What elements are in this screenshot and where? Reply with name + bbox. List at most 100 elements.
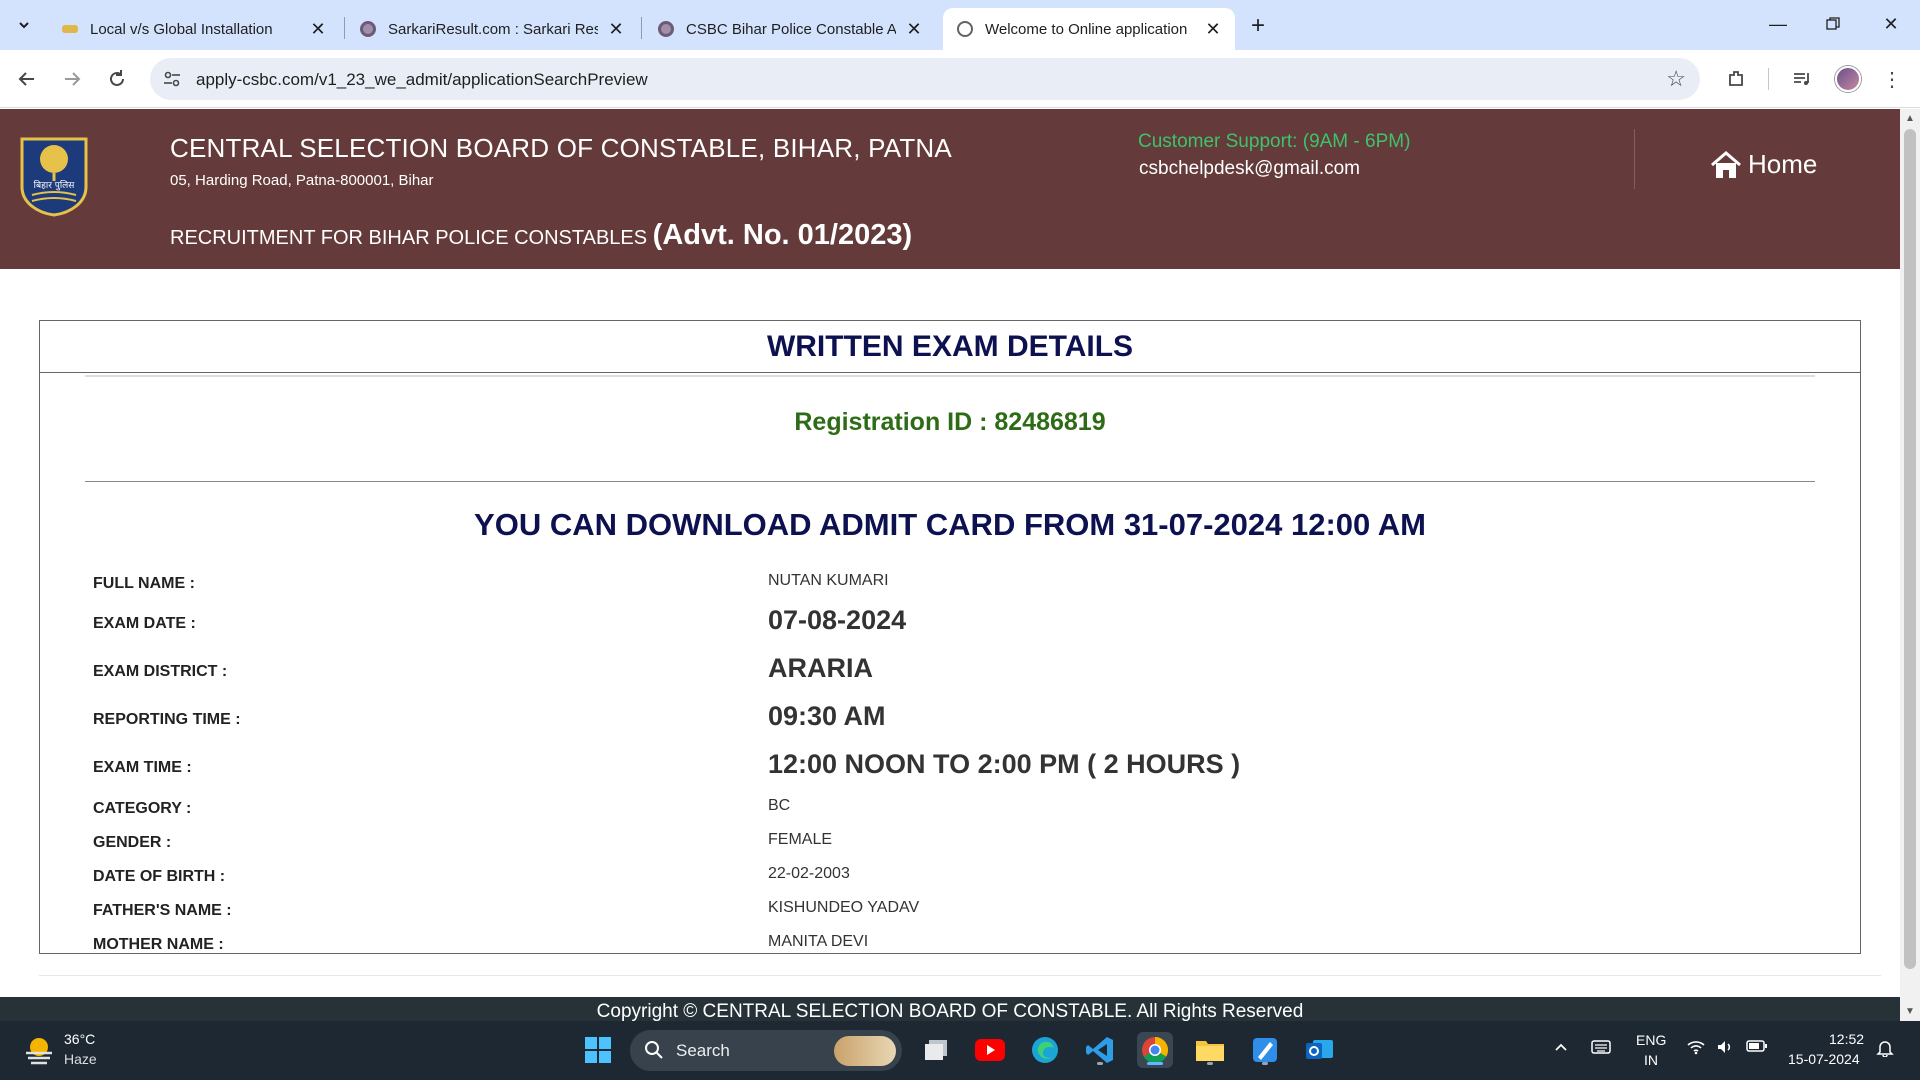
vscode-icon[interactable]: [1082, 1032, 1118, 1068]
paint-app-icon[interactable]: [1247, 1032, 1283, 1068]
tab-close-icon[interactable]: ✕: [308, 19, 328, 39]
exam-time-value: 12:00 NOON TO 2:00 PM ( 2 HOURS ): [768, 749, 1241, 779]
page-viewport: बिहार पुलिस CENTRAL SELECTION BOARD OF C…: [0, 109, 1900, 1021]
recruitment-prefix: RECRUITMENT FOR BIHAR POLICE CONSTABLES: [170, 227, 648, 249]
running-indicator: [1207, 1062, 1213, 1065]
site-footer: Copyright © CENTRAL SELECTION BOARD OF C…: [0, 997, 1900, 1021]
tab-favicon-icon: [360, 21, 376, 37]
forward-button[interactable]: [57, 64, 87, 94]
tab-close-icon[interactable]: ✕: [1203, 19, 1223, 39]
tab-separator: [641, 17, 642, 39]
tab-title: Welcome to Online application: [985, 20, 1188, 38]
panel-title: WRITTEN EXAM DETAILS: [40, 321, 1860, 373]
home-icon: [1711, 150, 1741, 178]
bihar-police-emblem: बिहार पुलिस: [18, 135, 90, 217]
tab-globe-icon: [957, 21, 973, 37]
divider: [85, 481, 1815, 482]
tab-online-application[interactable]: Welcome to Online application ✕: [943, 8, 1235, 50]
clock-time[interactable]: 12:52: [1829, 1031, 1864, 1047]
search-label: Search: [676, 1041, 730, 1060]
exam-date-label: EXAM DATE :: [93, 615, 196, 632]
file-explorer-icon[interactable]: [1192, 1032, 1228, 1068]
mother-name-value: MANITA DEVI: [768, 933, 869, 950]
fathers-name-label: FATHER'S NAME :: [93, 902, 232, 919]
restore-button[interactable]: [1813, 10, 1853, 38]
minimize-button[interactable]: —: [1758, 10, 1798, 38]
tab-title: CSBC Bihar Police Constable Ad: [686, 20, 896, 38]
weather-temperature[interactable]: 36°C: [64, 1031, 95, 1047]
new-tab-button[interactable]: +: [1244, 12, 1272, 40]
tab-title: SarkariResult.com : Sarkari Resu: [388, 20, 598, 38]
full-name-label: FULL NAME :: [93, 575, 195, 592]
reload-button[interactable]: [102, 64, 132, 94]
bookmark-star-icon[interactable]: ☆: [1666, 66, 1686, 92]
search-highlight-image: [834, 1036, 896, 1066]
tab-sarkari-result[interactable]: SarkariResult.com : Sarkari Resu ✕: [346, 8, 638, 50]
site-header: बिहार पुलिस CENTRAL SELECTION BOARD OF C…: [0, 109, 1900, 269]
footer-divider: [39, 975, 1881, 976]
customer-support-label: Customer Support: (9AM - 6PM): [1138, 131, 1411, 152]
running-indicator: [1262, 1062, 1268, 1065]
notification-bell-icon[interactable]: [1876, 1039, 1894, 1062]
exam-date-value: 07-08-2024: [768, 605, 907, 635]
chrome-icon[interactable]: [1137, 1032, 1173, 1068]
organization-address: 05, Harding Road, Patna-800001, Bihar: [170, 172, 434, 189]
outlook-icon[interactable]: [1302, 1032, 1338, 1068]
tab-favicon-icon: [658, 21, 674, 37]
profile-avatar[interactable]: [1835, 66, 1861, 92]
reporting-time-value: 09:30 AM: [768, 701, 886, 731]
exam-district-value: ARARIA: [768, 653, 873, 683]
divider: [85, 375, 1815, 377]
edge-browser-icon[interactable]: [1027, 1032, 1063, 1068]
region-indicator[interactable]: IN: [1644, 1052, 1658, 1068]
wifi-icon[interactable]: [1686, 1039, 1706, 1060]
reporting-time-label: REPORTING TIME :: [93, 711, 241, 728]
back-button[interactable]: [12, 64, 42, 94]
active-indicator: [1147, 1062, 1163, 1065]
page-scrollbar[interactable]: ▲ ▼: [1900, 109, 1920, 1021]
weather-description[interactable]: Haze: [64, 1051, 97, 1067]
touch-keyboard-icon[interactable]: [1591, 1039, 1611, 1060]
site-settings-icon[interactable]: [162, 69, 182, 89]
volume-icon[interactable]: [1716, 1039, 1736, 1060]
tab-csbc-constable[interactable]: CSBC Bihar Police Constable Ad ✕: [644, 8, 936, 50]
admit-card-download-note: YOU CAN DOWNLOAD ADMIT CARD FROM 31-07-2…: [474, 507, 1426, 542]
extensions-icon[interactable]: [1722, 65, 1750, 93]
battery-icon[interactable]: [1746, 1039, 1768, 1058]
tab-separator: [344, 17, 345, 39]
show-hidden-icons-chevron-icon[interactable]: [1553, 1039, 1569, 1060]
youtube-icon[interactable]: [972, 1032, 1008, 1068]
scrollbar-thumb[interactable]: [1904, 129, 1916, 969]
gender-label: GENDER :: [93, 834, 172, 851]
advertisement-number: (Advt. No. 01/2023): [652, 219, 913, 251]
fathers-name-value: KISHUNDEO YADAV: [768, 899, 920, 916]
windows-taskbar: 36°C Haze Search ENG IN 12:52 15-07-2024: [0, 1021, 1920, 1080]
close-window-button[interactable]: ✕: [1871, 10, 1911, 38]
search-icon: [644, 1040, 664, 1060]
home-link[interactable]: Home: [1710, 149, 1817, 180]
clock-date[interactable]: 15-07-2024: [1788, 1051, 1860, 1067]
scroll-down-arrow-icon[interactable]: ▼: [1905, 1006, 1915, 1017]
media-control-icon[interactable]: [1788, 65, 1816, 93]
more-menu-icon[interactable]: ⋮: [1878, 65, 1906, 93]
tab-search-chevron-icon[interactable]: [10, 11, 38, 39]
tab-close-icon[interactable]: ✕: [606, 19, 626, 39]
header-divider: [1634, 129, 1635, 189]
browser-tab-strip: Local v/s Global Installation ✕ SarkariR…: [0, 0, 1920, 50]
weather-haze-icon[interactable]: [22, 1033, 56, 1067]
tab-local-global[interactable]: Local v/s Global Installation ✕: [48, 8, 340, 50]
toolbar-divider: [1768, 68, 1769, 90]
support-email[interactable]: csbchelpdesk@gmail.com: [1139, 158, 1360, 180]
address-bar[interactable]: apply-csbc.com/v1_23_we_admit/applicatio…: [150, 58, 1700, 100]
url-text: apply-csbc.com/v1_23_we_admit/applicatio…: [196, 70, 648, 89]
browser-toolbar: apply-csbc.com/v1_23_we_admit/applicatio…: [0, 50, 1920, 108]
tab-close-icon[interactable]: ✕: [904, 19, 924, 39]
windows-start-icon[interactable]: [580, 1032, 616, 1068]
task-view-icon[interactable]: [918, 1032, 954, 1068]
home-label: Home: [1748, 149, 1818, 179]
registration-id: Registration ID : 82486819: [794, 408, 1106, 436]
scroll-up-arrow-icon[interactable]: ▲: [1905, 113, 1915, 124]
gender-value: FEMALE: [768, 831, 833, 848]
taskbar-search-box[interactable]: Search: [630, 1030, 902, 1071]
language-indicator[interactable]: ENG: [1636, 1032, 1666, 1048]
